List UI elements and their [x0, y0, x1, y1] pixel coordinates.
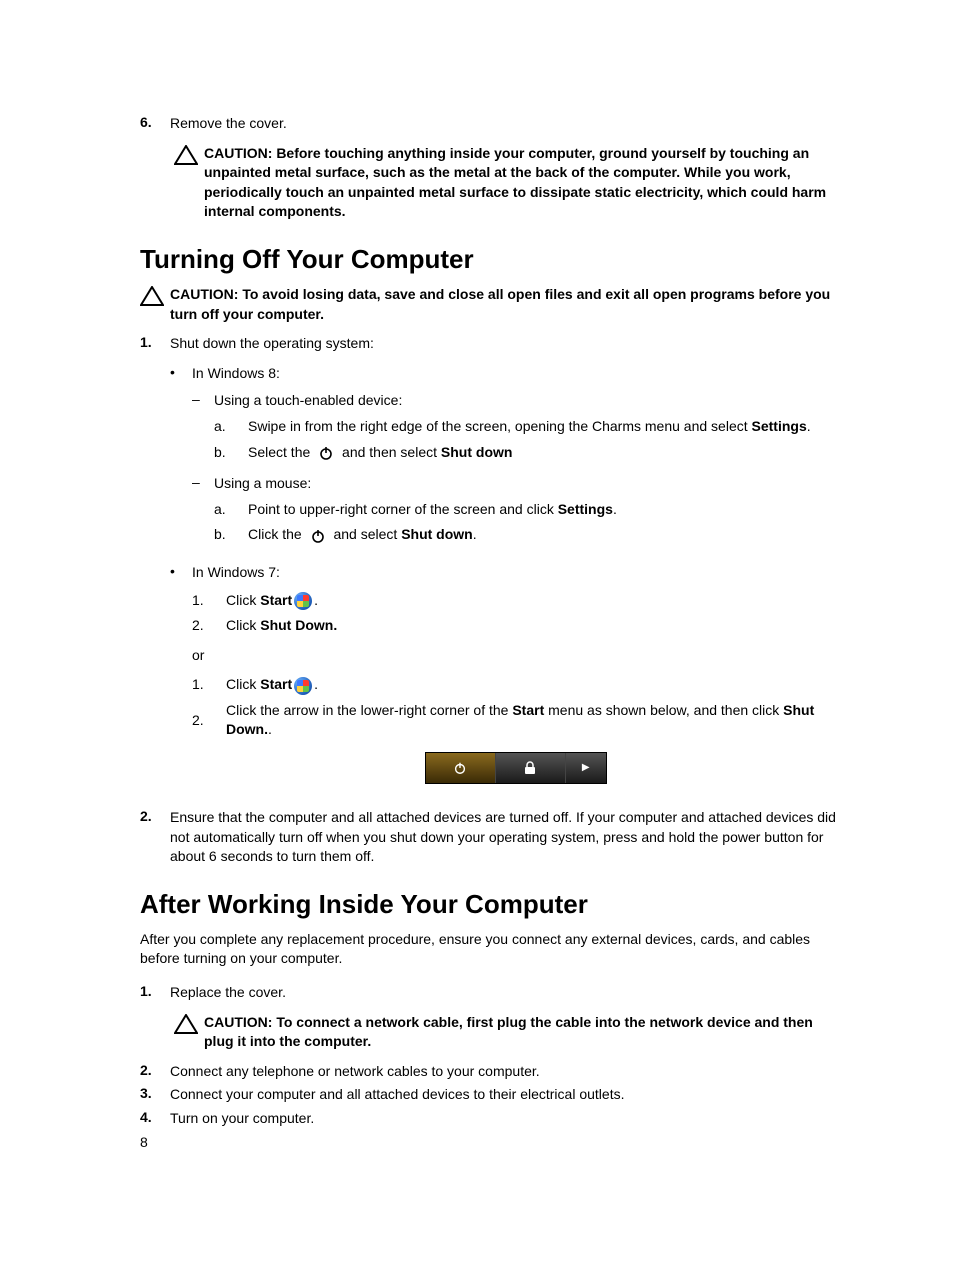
start-orb-icon — [294, 592, 312, 610]
step-text: Point to upper-right corner of the scree… — [248, 500, 839, 520]
os-windows7: In Windows 7: 1. Click Start. 2. Click S… — [170, 563, 839, 798]
caution-text: CAUTION: To connect a network cable, fir… — [204, 1013, 839, 1052]
step-text: Connect your computer and all attached d… — [170, 1085, 839, 1105]
after-steps-cont: 2. Connect any telephone or network cabl… — [140, 1062, 839, 1129]
step-6: 6. Remove the cover. — [140, 114, 839, 134]
os-label: In Windows 8: — [192, 364, 839, 384]
step-number: 1. — [140, 983, 170, 1003]
step-text: Click Start. — [226, 591, 839, 611]
step-number: 2. — [192, 616, 226, 636]
win8-methods: Using a touch-enabled device: a. Swipe i… — [192, 391, 839, 551]
step-text: Click Start. — [226, 675, 839, 695]
step-1: 1. Click Start. — [192, 591, 839, 611]
os-windows8: In Windows 8: Using a touch-enabled devi… — [170, 364, 839, 557]
step-text: Click the and select Shut down. — [248, 525, 839, 545]
caution-icon — [174, 1014, 198, 1034]
after-step-1: 1. Replace the cover. — [140, 983, 839, 1003]
bullet-icon — [170, 563, 192, 798]
arrow-segment: ▶ — [566, 753, 606, 783]
step-number: 2. — [140, 808, 170, 867]
after-intro-text: After you complete any replacement proce… — [140, 930, 839, 969]
method-label: Using a touch-enabled device: — [214, 391, 839, 411]
caution-icon — [140, 286, 164, 306]
caution-icon — [174, 145, 198, 165]
step-text: Connect any telephone or network cables … — [170, 1062, 839, 1082]
method-label: Using a mouse: — [214, 474, 839, 494]
step-number: 6. — [140, 114, 170, 134]
step-body: Shut down the operating system: In Windo… — [170, 334, 839, 804]
step-number: 1. — [192, 675, 226, 695]
power-segment — [426, 753, 496, 783]
step-number: 3. — [140, 1085, 170, 1105]
power-icon — [318, 445, 334, 461]
page-number: 8 — [140, 1134, 148, 1150]
caution-block: CAUTION: Before touching anything inside… — [174, 144, 839, 222]
step-letter: a. — [214, 417, 248, 437]
step-text: Turn on your computer. — [170, 1109, 839, 1129]
turnoff-steps: 1. Shut down the operating system: In Wi… — [140, 334, 839, 867]
start-orb-icon — [294, 677, 312, 695]
step-text: Remove the cover. — [170, 114, 839, 134]
continued-steps-list: 6. Remove the cover. — [140, 114, 839, 134]
power-icon — [310, 528, 326, 544]
step-2: 2. Click the arrow in the lower-right co… — [192, 701, 839, 740]
step-text: Shut down the operating system: — [170, 334, 839, 354]
win8-touch-steps: a. Swipe in from the right edge of the s… — [214, 417, 839, 462]
step-number: 4. — [140, 1109, 170, 1129]
step-text: Ensure that the computer and all attache… — [170, 808, 839, 867]
dash-icon — [192, 391, 214, 468]
document-page: 6. Remove the cover. CAUTION: Before tou… — [0, 0, 954, 1268]
step-letter: a. — [214, 500, 248, 520]
lock-segment — [496, 753, 566, 783]
after-step-3: 3. Connect your computer and all attache… — [140, 1085, 839, 1105]
step-text: Replace the cover. — [170, 983, 839, 1003]
or-text: or — [192, 646, 839, 666]
win7-steps-b: 1. Click Start. 2. Click the arrow in th… — [192, 675, 839, 740]
step-a: a. Point to upper-right corner of the sc… — [214, 500, 839, 520]
after-step-2: 2. Connect any telephone or network cabl… — [140, 1062, 839, 1082]
step-letter: b. — [214, 525, 248, 545]
step-number: 2. — [140, 1062, 170, 1082]
turnoff-step-1: 1. Shut down the operating system: In Wi… — [140, 334, 839, 804]
os-list: In Windows 8: Using a touch-enabled devi… — [170, 364, 839, 798]
step-letter: b. — [214, 443, 248, 463]
step-text: Swipe in from the right edge of the scre… — [248, 417, 839, 437]
step-text: Select the and then select Shut down — [248, 443, 839, 463]
caution-text: CAUTION: Before touching anything inside… — [204, 144, 839, 222]
step-text: Click the arrow in the lower-right corne… — [226, 701, 839, 740]
caution-block: CAUTION: To avoid losing data, save and … — [140, 285, 839, 324]
heading-after-working: After Working Inside Your Computer — [140, 889, 839, 920]
step-b: b. Select the and then select Shut down — [214, 443, 839, 463]
step-number: 1. — [140, 334, 170, 804]
after-step-4: 4. Turn on your computer. — [140, 1109, 839, 1129]
dash-icon — [192, 474, 214, 551]
step-b: b. Click the and select Shut down. — [214, 525, 839, 545]
heading-turning-off: Turning Off Your Computer — [140, 244, 839, 275]
step-text: Click Shut Down. — [226, 616, 839, 636]
bullet-icon — [170, 364, 192, 557]
step-2: 2. Click Shut Down. — [192, 616, 839, 636]
os-label: In Windows 7: — [192, 563, 839, 583]
caution-text: CAUTION: To avoid losing data, save and … — [170, 285, 839, 324]
win8-mouse: Using a mouse: a. Point to upper-right c… — [192, 474, 839, 551]
step-number: 1. — [192, 591, 226, 611]
step-1: 1. Click Start. — [192, 675, 839, 695]
caution-block: CAUTION: To connect a network cable, fir… — [174, 1013, 839, 1052]
win8-touch: Using a touch-enabled device: a. Swipe i… — [192, 391, 839, 468]
shutdown-bar-image: ▶ — [425, 752, 607, 784]
step-a: a. Swipe in from the right edge of the s… — [214, 417, 839, 437]
after-steps: 1. Replace the cover. — [140, 983, 839, 1003]
turnoff-step-2: 2. Ensure that the computer and all atta… — [140, 808, 839, 867]
step-number: 2. — [192, 711, 226, 731]
win7-steps-a: 1. Click Start. 2. Click Shut Down. — [192, 591, 839, 636]
win8-mouse-steps: a. Point to upper-right corner of the sc… — [214, 500, 839, 545]
